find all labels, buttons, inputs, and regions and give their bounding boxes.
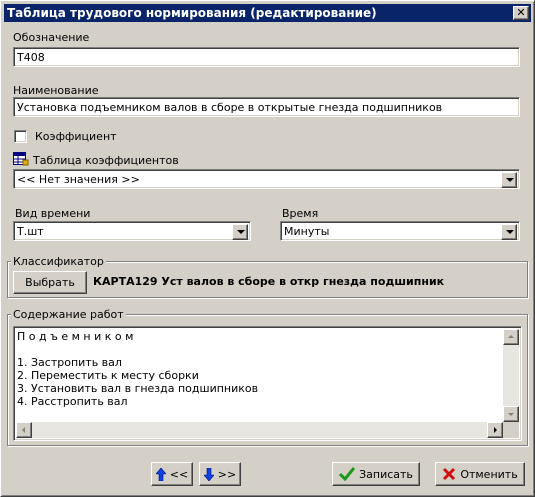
work-content-textarea[interactable]: П о д ъ е м н и к о м 1. Застропить вал …	[13, 326, 522, 441]
close-button[interactable]: ✕	[513, 6, 529, 20]
designation-input[interactable]: Т408	[13, 47, 520, 67]
next-record-button[interactable]: >>	[199, 462, 241, 486]
table-icon	[13, 152, 29, 166]
checkmark-icon	[339, 467, 356, 481]
classifier-value: КАРТА129 Уст валов в сборе в откр гнезда…	[93, 275, 445, 288]
scroll-corner	[503, 422, 519, 438]
scroll-down-icon[interactable]	[503, 406, 519, 422]
content-line: 3. Установить вал в гнезда подшипников	[17, 382, 259, 395]
classifier-group-title: Классификатор	[11, 255, 106, 268]
cancel-label: Отменить	[460, 467, 518, 481]
previous-record-button[interactable]: <<	[151, 462, 193, 486]
time-type-select[interactable]: Т.шт	[13, 221, 251, 241]
coef-table-value: << Нет значения >>	[17, 173, 140, 186]
coef-table-select[interactable]: << Нет значения >>	[13, 169, 520, 189]
name-label: Наименование	[13, 84, 99, 97]
coefficient-label: Коэффициент	[35, 130, 117, 143]
time-unit-value: Минуты	[284, 225, 330, 238]
coef-table-label: Таблица коэффициентов	[33, 154, 179, 167]
cross-icon	[443, 467, 456, 481]
time-unit-label: Время	[282, 207, 319, 220]
vertical-scrollbar[interactable]	[503, 329, 519, 422]
window-title: Таблица трудового нормирования (редактир…	[7, 6, 377, 20]
chevron-down-icon[interactable]	[501, 172, 517, 188]
time-type-label: Вид времени	[15, 207, 91, 220]
next-label: >>	[217, 467, 237, 481]
content-line: 4. Расстропить вал	[17, 395, 128, 408]
scroll-right-icon[interactable]	[487, 422, 503, 438]
time-type-value: Т.шт	[17, 225, 44, 238]
title-bar[interactable]: Таблица трудового нормирования (редактир…	[4, 4, 531, 22]
content-line	[14, 343, 521, 356]
select-classifier-label: Выбрать	[25, 276, 75, 289]
dialog-window: Таблица трудового нормирования (редактир…	[0, 0, 535, 497]
time-unit-select[interactable]: Минуты	[280, 221, 520, 241]
chevron-down-icon[interactable]	[501, 224, 517, 240]
work-content-lines: П о д ъ е м н и к о м 1. Застропить вал …	[14, 327, 521, 408]
content-line: 2. Переместить к месту сборки	[17, 369, 199, 382]
content-line: П о д ъ е м н и к о м	[17, 330, 134, 343]
name-input[interactable]: Установка подъемником валов в сборе в от…	[13, 97, 520, 117]
designation-label: Обозначение	[13, 31, 90, 44]
chevron-down-icon[interactable]	[232, 224, 248, 240]
coefficient-checkbox[interactable]	[14, 130, 27, 143]
content-line: 1. Застропить вал	[17, 356, 122, 369]
arrow-up-icon	[155, 467, 166, 481]
scroll-up-icon[interactable]	[503, 329, 519, 345]
scroll-left-icon[interactable]	[16, 422, 32, 438]
cancel-button[interactable]: Отменить	[435, 462, 525, 486]
select-classifier-button[interactable]: Выбрать	[13, 271, 87, 294]
save-button[interactable]: Записать	[332, 462, 420, 486]
previous-label: <<	[169, 467, 189, 481]
close-icon: ✕	[516, 6, 526, 19]
horizontal-scrollbar[interactable]	[16, 422, 503, 438]
content-group-title: Содержание работ	[11, 308, 126, 321]
arrow-down-icon	[203, 467, 214, 481]
save-label: Записать	[359, 467, 413, 481]
